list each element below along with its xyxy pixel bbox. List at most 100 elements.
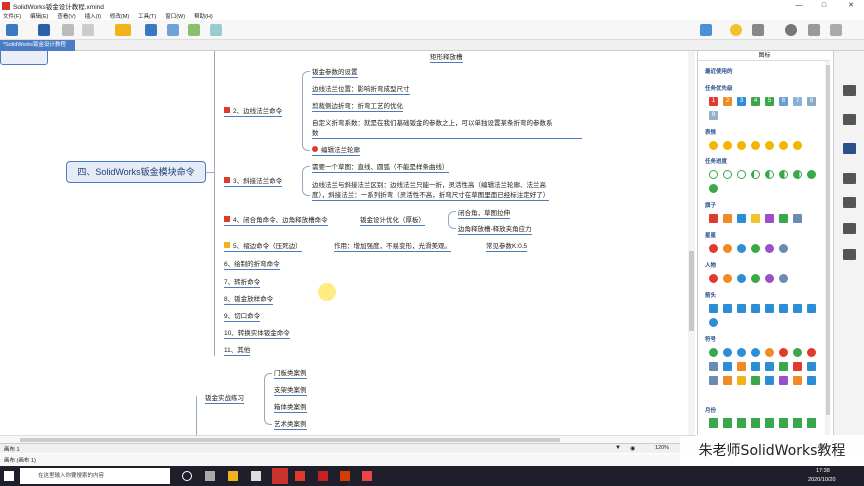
section-people[interactable]: 人物: [705, 261, 716, 269]
task-icon[interactable]: [843, 249, 856, 260]
layout-icon[interactable]: [830, 24, 842, 36]
laugh-icon[interactable]: [723, 141, 732, 150]
close-button[interactable]: ✕: [842, 0, 860, 11]
boundary-icon[interactable]: [188, 24, 200, 36]
progress-3-icon[interactable]: [751, 170, 760, 179]
star-purple-icon[interactable]: [765, 244, 774, 253]
section-arrows[interactable]: 箭头: [705, 291, 716, 299]
error-icon[interactable]: [779, 348, 788, 357]
minus-icon[interactable]: [723, 348, 732, 357]
b4-item-1[interactable]: 闭合角，草图拉伸: [458, 207, 510, 219]
branch-edge-flange[interactable]: 2、边线法兰命令: [224, 105, 283, 117]
task-view-icon[interactable]: [205, 471, 215, 481]
arrow-right-icon[interactable]: [737, 304, 746, 313]
priority-4-icon[interactable]: 4: [751, 97, 760, 106]
progress-1-icon[interactable]: [723, 170, 732, 179]
mindmap-canvas[interactable]: 矩形释放槽 四、SolidWorks钣金模块命令 2、边线法兰命令 钣金参数的设…: [0, 51, 696, 435]
menu-file[interactable]: 文件(F): [3, 12, 21, 20]
format-icon[interactable]: [843, 85, 856, 96]
solidworks-icon[interactable]: [295, 471, 305, 481]
mail-icon[interactable]: [765, 362, 774, 371]
scrollbar-thumb[interactable]: [689, 251, 694, 331]
warning-icon[interactable]: [765, 348, 774, 357]
arrow-downleft-icon[interactable]: [779, 304, 788, 313]
menu-window[interactable]: 窗口(W): [165, 12, 185, 20]
b2-item-5[interactable]: 编辑法兰轮廓: [312, 144, 360, 156]
pin-icon[interactable]: [751, 362, 760, 371]
confused-icon[interactable]: [779, 141, 788, 150]
eye-icon[interactable]: ◉: [630, 445, 635, 452]
calendar-icon[interactable]: [709, 376, 718, 385]
people-icon[interactable]: [765, 376, 774, 385]
money-icon[interactable]: [723, 376, 732, 385]
taskbar-search[interactable]: 在这里输入你要搜索的内容: [20, 468, 170, 484]
b3-item-1[interactable]: 需要一个草图：直线、圆弧（不能是样条曲线）: [312, 161, 449, 173]
flag-red-icon[interactable]: [709, 214, 718, 223]
flag-green-icon[interactable]: [779, 214, 788, 223]
b3-item-2[interactable]: 边线法兰与斜接法兰区别：边线法兰只能一折，灵活性高（编辑法兰轮廓、法兰高: [312, 179, 546, 189]
priority-1-icon[interactable]: 1: [709, 97, 718, 106]
check-icon[interactable]: [793, 348, 802, 357]
marker-icon[interactable]: [843, 143, 856, 154]
progress-6-icon[interactable]: [793, 170, 802, 179]
star-orange-icon[interactable]: [723, 244, 732, 253]
xmind-icon[interactable]: [272, 468, 288, 484]
b4-mid[interactable]: 钣金设计优化（厚板）: [360, 214, 425, 226]
practice-item-4[interactable]: 艺术类案例: [274, 418, 307, 430]
progress-5-icon[interactable]: [779, 170, 788, 179]
menu-tools[interactable]: 工具(T): [138, 12, 156, 20]
angry-icon[interactable]: [737, 141, 746, 150]
arrow-left-icon[interactable]: [793, 304, 802, 313]
branch-convert[interactable]: 10、转换实体钣金命令: [224, 327, 290, 339]
section-symbols[interactable]: 符号: [705, 335, 716, 343]
sheet-tab[interactable]: 画布 1: [4, 445, 20, 453]
outline-icon[interactable]: [843, 173, 856, 184]
branch-sketched-bend[interactable]: 6、绘制的折弯命令: [224, 258, 280, 270]
priority-6-icon[interactable]: 6: [779, 97, 788, 106]
arrow-upleft-icon[interactable]: [807, 304, 816, 313]
explorer-icon[interactable]: [228, 471, 238, 481]
flag-orange-icon[interactable]: [723, 214, 732, 223]
share-icon[interactable]: [808, 24, 820, 36]
branch-other[interactable]: 11、其他: [224, 344, 251, 356]
arrow-upright-icon[interactable]: [723, 304, 732, 313]
branch-hem[interactable]: 5、褶边命令（压死边）: [224, 240, 302, 252]
branch-rip[interactable]: 9、切口命令: [224, 310, 261, 322]
section-progress[interactable]: 任务进度: [705, 157, 727, 165]
panel-scrollbar-thumb[interactable]: [826, 65, 830, 415]
branch-lofted-bend[interactable]: 8、钣金放样命令: [224, 293, 274, 305]
chart-icon[interactable]: [709, 362, 718, 371]
notes-icon[interactable]: [843, 197, 856, 208]
lock-icon[interactable]: [779, 362, 788, 371]
b5-mid[interactable]: 作用：增加强度，不易变形，光滑美观。: [334, 240, 451, 252]
home-icon[interactable]: [6, 24, 18, 36]
star-blue-icon[interactable]: [737, 244, 746, 253]
star-red-icon[interactable]: [709, 244, 718, 253]
filter-icon[interactable]: ▼: [615, 445, 621, 451]
app-icon[interactable]: [340, 471, 350, 481]
presentation-icon[interactable]: [752, 24, 764, 36]
sad-icon[interactable]: [793, 141, 802, 150]
flag-gray-icon[interactable]: [793, 214, 802, 223]
priority-2-icon[interactable]: 2: [723, 97, 732, 106]
minimize-button[interactable]: —: [790, 0, 808, 11]
music-icon[interactable]: [779, 376, 788, 385]
branch-jog[interactable]: 7、转折命令: [224, 276, 261, 288]
priority-5-icon[interactable]: 5: [765, 97, 774, 106]
arrow-downright-icon[interactable]: [751, 304, 760, 313]
phone-icon[interactable]: [807, 362, 816, 371]
cortana-icon[interactable]: [182, 471, 192, 481]
search-icon[interactable]: [785, 24, 797, 36]
person-purple-icon[interactable]: [765, 274, 774, 283]
priority-7-icon[interactable]: 7: [793, 97, 802, 106]
bulb-icon[interactable]: [737, 376, 746, 385]
recorder-icon[interactable]: [362, 471, 372, 481]
person-green-icon[interactable]: [751, 274, 760, 283]
branch-practice[interactable]: 钣金实战练习: [205, 392, 244, 404]
person-gray-icon[interactable]: [779, 274, 788, 283]
more-icon[interactable]: [210, 24, 222, 36]
collapsed-topic[interactable]: [0, 51, 48, 65]
topic-icon[interactable]: [115, 24, 131, 36]
progress-4-icon[interactable]: [765, 170, 774, 179]
priority-8-icon[interactable]: 8: [807, 97, 816, 106]
